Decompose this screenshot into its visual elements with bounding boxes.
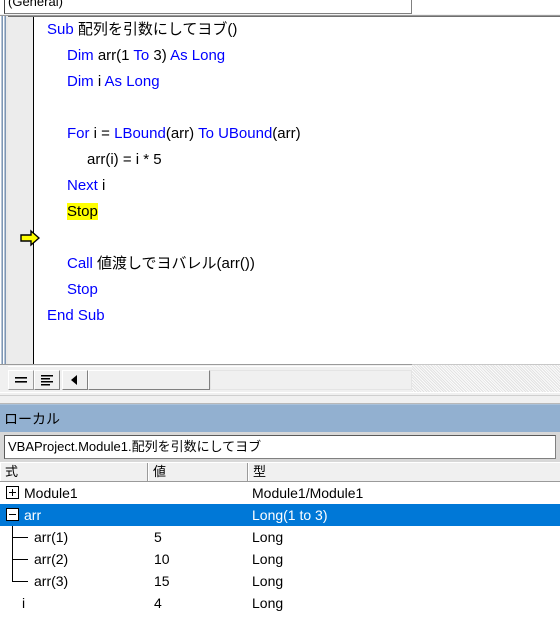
code-token: Next: [67, 177, 98, 194]
locals-expression-cell: arr(3): [0, 570, 148, 592]
code-token: Stop: [67, 281, 98, 298]
code-token: As Long: [104, 73, 160, 90]
code-token: (arr): [165, 125, 199, 142]
locals-row[interactable]: arr(1) 5 Long: [0, 526, 560, 548]
locals-context-bar: VBAProject.Module1.配列を引数にしてヨブ: [0, 432, 560, 462]
general-dropdown-value: (General): [8, 0, 63, 9]
code-token: To: [198, 125, 214, 142]
locals-row[interactable]: i 4 Long: [0, 592, 560, 614]
code-line[interactable]: [35, 225, 560, 251]
code-token: (arr): [272, 125, 301, 142]
locals-row[interactable]: arr(2) 10 Long: [0, 548, 560, 570]
editor-left-bevel: [0, 16, 8, 364]
column-header-type[interactable]: 型: [248, 463, 560, 481]
code-token: Call: [67, 255, 93, 272]
full-module-view-button[interactable]: [34, 370, 60, 390]
scroll-left-button[interactable]: [62, 370, 88, 390]
locals-type-cell: Long: [252, 573, 284, 589]
code-token: End Sub: [47, 307, 105, 324]
code-token: Dim: [67, 73, 98, 90]
code-line[interactable]: Sub 配列を引数にしてヨブ(): [35, 17, 560, 43]
code-line[interactable]: For i = LBound(arr) To UBound(arr): [35, 121, 560, 147]
locals-title-bar[interactable]: ローカル: [0, 404, 560, 432]
locals-type-cell: Module1/Module1: [252, 485, 364, 501]
locals-window-title: ローカル: [4, 411, 60, 427]
code-token: LBound: [114, 125, 166, 142]
locals-grid-header: 式 値 型: [0, 462, 560, 482]
locals-expression-label: Module1: [24, 485, 78, 501]
locals-value-cell: [148, 504, 254, 526]
collapse-icon[interactable]: [6, 508, 19, 521]
locals-type-cell: Long: [252, 529, 284, 545]
code-line[interactable]: Next i: [35, 173, 560, 199]
code-line[interactable]: Stop: [35, 199, 560, 225]
code-line[interactable]: [35, 95, 560, 121]
procedure-view-icon: [9, 371, 33, 389]
code-line[interactable]: Call 値渡しでヨバレル(arr()): [35, 251, 560, 277]
code-token: Dim: [67, 47, 98, 64]
locals-row[interactable]: arr(3) 15 Long: [0, 570, 560, 592]
locals-type-cell: Long: [252, 551, 284, 567]
locals-type-cell: Long: [252, 595, 284, 611]
code-token: As Long: [170, 47, 226, 64]
locals-expression-label: arr: [24, 507, 42, 523]
code-token: Sub: [47, 21, 78, 38]
locals-value-cell: 5: [154, 529, 162, 545]
locals-context-field[interactable]: VBAProject.Module1.配列を引数にしてヨブ: [4, 435, 556, 459]
column-header-expression[interactable]: 式: [0, 463, 148, 481]
code-token: arr(1: [97, 47, 134, 64]
indicator-margin[interactable]: [8, 17, 40, 364]
code-token: i: [97, 177, 106, 194]
window-background-pattern: [412, 364, 560, 392]
horizontal-scrollbar-track-right[interactable]: [210, 370, 412, 390]
code-token: 3): [149, 47, 171, 64]
locals-value-cell: 15: [154, 573, 170, 589]
locals-window: ローカル VBAProject.Module1.配列を引数にしてヨブ 式 値 型…: [0, 404, 560, 640]
expand-icon[interactable]: [6, 486, 19, 499]
horizontal-scrollbar-thumb[interactable]: [88, 370, 210, 390]
locals-value-cell: 10: [154, 551, 170, 567]
locals-expression-label: arr(1): [34, 529, 69, 545]
locals-row[interactable]: Module1 Module1/Module1: [0, 482, 560, 504]
code-token: UBound: [218, 125, 273, 142]
locals-expression-cell: i: [0, 592, 148, 614]
code-token: i =: [89, 125, 115, 142]
locals-grid-body[interactable]: Module1 Module1/Module1 arr Long(1 to 3) arr…: [0, 482, 560, 640]
tree-line: [12, 581, 28, 582]
locals-value-cell: 4: [154, 595, 162, 611]
column-header-value[interactable]: 値: [148, 463, 248, 481]
full-module-view-icon: [35, 371, 59, 389]
code-token: To: [133, 47, 150, 64]
code-token: 値渡しでヨバレル(arr()): [92, 255, 255, 272]
locals-expression-cell: arr: [0, 504, 148, 526]
code-line[interactable]: Dim arr(1 To 3) As Long: [35, 43, 560, 69]
procedure-view-button[interactable]: [8, 370, 34, 390]
locals-expression-label: arr(3): [34, 573, 69, 589]
locals-row[interactable]: arr Long(1 to 3): [0, 504, 560, 526]
code-line[interactable]: End Sub: [35, 303, 560, 329]
locals-expression-cell: arr(1): [0, 526, 148, 548]
locals-expression-label: i: [22, 595, 26, 611]
tree-line: [12, 537, 28, 538]
code-token: 配列を引数にしてヨブ(): [77, 21, 238, 38]
code-token: arr(i) = i * 5: [87, 151, 162, 168]
scroll-left-arrow-icon: [63, 371, 87, 389]
code-line[interactable]: Stop: [35, 277, 560, 303]
pane-splitter[interactable]: [0, 396, 560, 404]
code-token: i: [97, 73, 105, 90]
locals-value-cell: [148, 482, 254, 504]
tree-line: [12, 559, 28, 560]
locals-expression-cell: arr(2): [0, 548, 148, 570]
locals-expression-label: arr(2): [34, 551, 69, 567]
locals-type-cell: Long(1 to 3): [252, 507, 328, 523]
code-window: (General) Sub 配列を引数にしてヨブ() Dim arr(1 To 3…: [0, 0, 560, 396]
current-statement-token: Stop: [67, 203, 98, 220]
code-line[interactable]: arr(i) = i * 5: [35, 147, 560, 173]
general-dropdown[interactable]: (General): [4, 0, 412, 14]
code-lines[interactable]: Sub 配列を引数にしてヨブ() Dim arr(1 To 3) As Long D…: [35, 17, 560, 364]
tree-line: [12, 570, 13, 581]
code-token: For: [67, 125, 90, 142]
code-line[interactable]: Dim i As Long: [35, 69, 560, 95]
locals-expression-cell: Module1: [0, 482, 148, 504]
